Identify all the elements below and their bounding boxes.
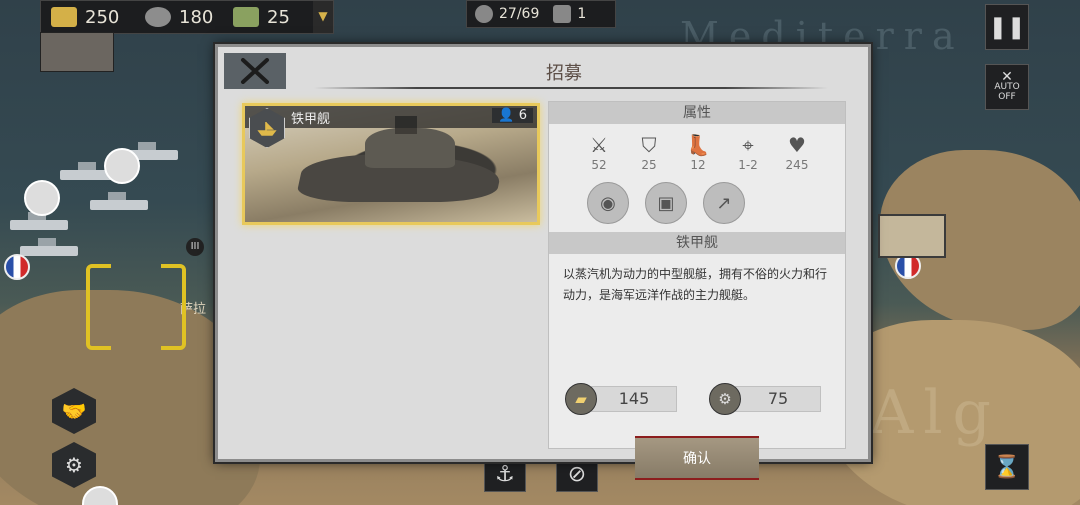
unit-info-panel: 属性 ⚔ 52 ⛉ 25 👢 12 ⌖ 1-2 ♥ 245 ◉ ▣ ↗ 铁甲舰 … (548, 101, 846, 480)
ship-unit[interactable] (90, 192, 148, 210)
person-icon: 👤 (498, 108, 515, 123)
armor-trait-icon[interactable]: ▣ (645, 182, 687, 224)
gold-resource: 250 (51, 5, 119, 29)
auto-button[interactable]: ✕ AUTO OFF (985, 64, 1029, 110)
general-portrait[interactable] (104, 148, 140, 184)
ship-unit[interactable] (10, 212, 68, 230)
crossed-swords-icon: ✕ (1001, 69, 1013, 85)
disabled-card-icon: ⊘ (567, 461, 587, 487)
food-resource: 25 (233, 5, 290, 29)
unit-name-header: 铁甲舰 (549, 232, 845, 254)
gear-icon (145, 7, 171, 27)
attack-icon: ⚔ (590, 133, 608, 157)
unit-card-name: 铁甲舰 (291, 112, 331, 127)
anchor-icon: ⚓ (495, 461, 515, 487)
title-divider (314, 87, 828, 89)
general-portrait[interactable] (24, 180, 60, 216)
chevron-down-icon[interactable]: ▼ (313, 1, 333, 33)
close-button[interactable] (224, 53, 286, 89)
supply-icon (233, 7, 259, 27)
stat-range: ⌖ 1-2 (728, 132, 768, 172)
dialog-title: 招募 (546, 63, 582, 84)
turn-counter: 27/69 1 (466, 0, 616, 28)
selection-bracket (86, 264, 186, 350)
hourglass-icon: ⌛ (993, 454, 1021, 480)
region-label: Alg (870, 378, 1001, 448)
pause-button[interactable]: ❚❚ (985, 4, 1029, 50)
attributes-header: 属性 (549, 102, 845, 124)
gold-icon (51, 7, 77, 27)
nation-portrait[interactable] (40, 32, 114, 72)
artillery-upgrade-icon[interactable]: ↗ (703, 182, 745, 224)
gold-cost: ▰ 145 (565, 383, 677, 415)
range-icon: ⌖ (742, 133, 754, 157)
ship-unit[interactable] (20, 238, 78, 256)
defense-icon: ⛉ (641, 133, 657, 157)
resource-bar: 250 180 25 ▼ (40, 0, 334, 34)
card-icon (553, 5, 572, 23)
unit-description: 以蒸汽机为动力的中型舰艇，拥有不俗的火力和行动力，是海军远洋作战的主力舰艇。 (563, 267, 828, 302)
industry-resource: 180 (145, 5, 213, 29)
movement-icon: 👢 (685, 133, 711, 157)
gear-icon: ⚙ (709, 383, 741, 415)
close-icon (241, 58, 269, 84)
fortress[interactable] (878, 214, 946, 258)
population-badge: 👤 6 (492, 108, 533, 123)
recruit-dialog: 招募 铁甲舰 👤 6 属性 ⚔ 52 ⛉ 25 👢 12 ⌖ 1-2 ♥ 245… (215, 44, 871, 480)
gear-icon: ⚙ (65, 453, 83, 477)
cannon-trait-icon[interactable]: ◉ (587, 182, 629, 224)
nation-flag (4, 254, 30, 280)
stat-health: ♥ 245 (777, 132, 817, 172)
end-turn-button[interactable]: ⌛ (985, 444, 1029, 490)
unit-card-ironclad[interactable]: 铁甲舰 👤 6 (242, 103, 540, 225)
stat-defense: ⛉ 25 (629, 132, 669, 172)
pause-icon: ❚❚ (988, 14, 1026, 40)
soldier-icon (475, 5, 493, 23)
gold-icon: ▰ (565, 383, 597, 415)
industry-cost: ⚙ 75 (709, 383, 821, 415)
stat-attack: ⚔ 52 (579, 132, 619, 172)
stat-movement: 👢 12 (678, 132, 718, 172)
confirm-button[interactable]: 确认 (635, 436, 759, 480)
corps-badge: III (186, 238, 204, 256)
handshake-icon: 🤝 (61, 399, 87, 423)
health-icon: ♥ (788, 133, 806, 157)
